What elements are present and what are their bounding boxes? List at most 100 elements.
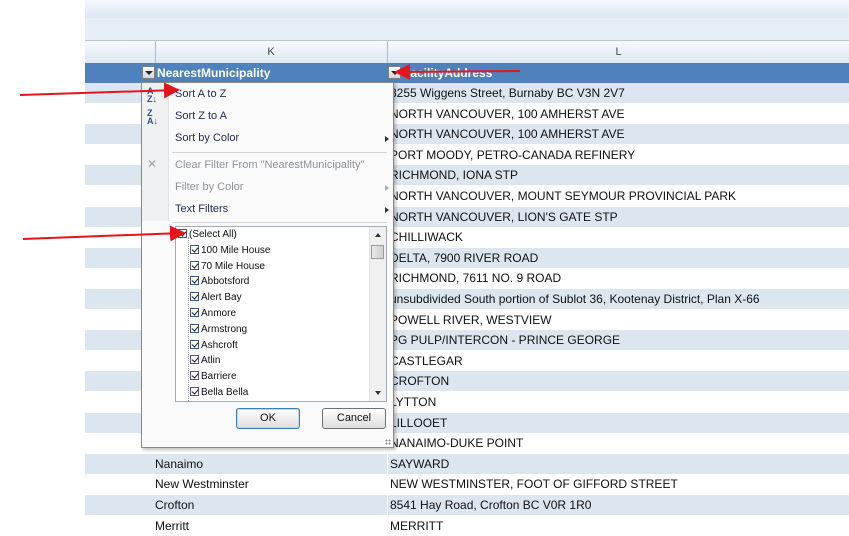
filter-value-item[interactable]: Abbotsford bbox=[190, 276, 249, 288]
menu-sort-a-to-z[interactable]: A Z↓ Sort A to Z bbox=[142, 84, 393, 106]
cell-facility-address[interactable]: DELTA, 7900 RIVER ROAD bbox=[390, 248, 538, 268]
column-header-l[interactable]: L bbox=[388, 41, 849, 63]
cell-facility-address[interactable]: MERRITT bbox=[390, 516, 443, 536]
clear-filter-label: Clear Filter From "NearestMunicipality" bbox=[175, 159, 365, 171]
submenu-arrow-icon bbox=[385, 185, 389, 191]
filter-value-item[interactable]: Anmore bbox=[190, 308, 236, 320]
filter-value-item[interactable]: 70 Mile House bbox=[190, 261, 265, 273]
filter-value-item[interactable]: Barriere bbox=[190, 371, 237, 383]
filter-value-item[interactable]: Alert Bay bbox=[190, 292, 242, 304]
checkbox-checked-icon[interactable] bbox=[190, 355, 199, 364]
filter-value-label: (Select All) bbox=[189, 229, 237, 240]
checkbox-checked-icon[interactable] bbox=[190, 308, 199, 317]
cell-nearest-municipality[interactable]: Nanaimo bbox=[155, 454, 203, 474]
filter-value-label: Atlin bbox=[201, 355, 221, 366]
resize-grip-icon[interactable] bbox=[385, 439, 391, 445]
cell-facility-address[interactable]: NORTH VANCOUVER, LION'S GATE STP bbox=[390, 207, 618, 227]
column-headers: K L bbox=[85, 40, 849, 64]
cell-facility-address[interactable]: PORT MOODY, PETRO-CANADA REFINERY bbox=[390, 145, 635, 165]
menu-text-filters[interactable]: Text Filters bbox=[142, 199, 393, 221]
cell-facility-address[interactable]: 8541 Hay Road, Crofton BC V0R 1R0 bbox=[390, 495, 591, 515]
checkbox-checked-icon[interactable] bbox=[190, 261, 199, 270]
filter-by-color-label: Filter by Color bbox=[175, 181, 244, 193]
ok-button[interactable]: OK bbox=[236, 408, 300, 429]
scrollbar-thumb[interactable] bbox=[371, 245, 384, 259]
autofilter-menu: A Z↓ Sort A to Z Z A↓ Sort Z to A Sort by … bbox=[141, 82, 394, 448]
cell-nearest-municipality[interactable]: New Westminster bbox=[155, 474, 249, 494]
cell-facility-address[interactable]: NANAIMO-DUKE POINT bbox=[390, 433, 523, 453]
menu-sort-by-color[interactable]: Sort by Color bbox=[142, 128, 393, 150]
cell-facility-address[interactable]: NORTH VANCOUVER, 100 AMHERST AVE bbox=[390, 124, 625, 144]
checkbox-checked-icon[interactable] bbox=[190, 340, 199, 349]
list-scrollbar[interactable] bbox=[369, 227, 386, 401]
cell-facility-address[interactable]: LYTTON bbox=[390, 392, 436, 412]
table-row[interactable]: Nanaimo SAYWARD bbox=[85, 454, 849, 474]
filter-value-label: Barriere bbox=[201, 371, 237, 382]
checkbox-checked-icon[interactable] bbox=[190, 276, 199, 285]
clear-filter-icon: ✕ bbox=[147, 157, 158, 171]
cell-facility-address[interactable]: CROFTON bbox=[390, 371, 449, 391]
cell-facility-address[interactable]: NORTH VANCOUVER, 100 AMHERST AVE bbox=[390, 104, 625, 124]
filter-value-item[interactable]: Bella Bella bbox=[190, 387, 248, 399]
filter-value-label: Armstrong bbox=[201, 324, 248, 335]
menu-separator bbox=[172, 222, 387, 223]
cell-facility-address[interactable]: RICHMOND, IONA STP bbox=[390, 165, 518, 185]
cell-separator bbox=[387, 495, 388, 515]
filter-value-item[interactable]: 100 Mile House bbox=[190, 245, 270, 257]
filter-value-label: Abbotsford bbox=[201, 276, 250, 287]
cell-facility-address[interactable]: SAYWARD bbox=[390, 454, 449, 474]
cell-facility-address[interactable]: CHILLIWACK bbox=[390, 227, 463, 247]
sort-ascending-icon: A Z↓ bbox=[147, 86, 157, 104]
filter-dropdown-button-k[interactable] bbox=[142, 66, 155, 79]
filter-values-list[interactable]: (Select All) 100 Mile House 70 Mile House A… bbox=[175, 226, 387, 402]
table-row[interactable]: Crofton 8541 Hay Road, Crofton BC V0R 1R0 bbox=[85, 495, 849, 515]
header-facility-address: FacilityAddress bbox=[403, 66, 493, 80]
menu-sort-z-to-a[interactable]: Z A↓ Sort Z to A bbox=[142, 106, 393, 128]
checkbox-checked-icon[interactable] bbox=[190, 245, 199, 254]
cell-facility-address[interactable]: NORTH VANCOUVER, MOUNT SEYMOUR PROVINCIA… bbox=[390, 186, 736, 206]
filter-dropdown-button-l[interactable] bbox=[388, 66, 401, 79]
cell-nearest-municipality[interactable]: Crofton bbox=[155, 495, 194, 515]
scroll-up-arrow-icon[interactable] bbox=[370, 227, 386, 243]
submenu-arrow-icon bbox=[385, 207, 389, 213]
menu-clear-filter[interactable]: ✕ Clear Filter From "NearestMunicipality… bbox=[142, 155, 393, 177]
checkbox-checked-icon[interactable] bbox=[190, 292, 199, 301]
select-all-checkbox-item[interactable]: (Select All) bbox=[178, 229, 237, 241]
filter-value-item[interactable]: Armstrong bbox=[190, 324, 247, 336]
column-header-k[interactable]: K bbox=[155, 41, 387, 63]
checkbox-checked-icon[interactable] bbox=[178, 229, 187, 238]
sort-descending-icon: Z A↓ bbox=[147, 108, 158, 126]
scroll-down-arrow-icon[interactable] bbox=[370, 385, 386, 401]
filter-value-item[interactable]: Ashcroft bbox=[190, 340, 238, 352]
filter-value-item[interactable]: Atlin bbox=[190, 355, 220, 367]
ribbon-strip bbox=[85, 0, 849, 19]
cell-facility-address[interactable]: PG PULP/INTERCON - PRINCE GEORGE bbox=[390, 330, 620, 350]
sort-a-to-z-label: Sort A to Z bbox=[175, 88, 227, 100]
text-filters-label: Text Filters bbox=[175, 203, 229, 215]
checkbox-checked-icon[interactable] bbox=[190, 371, 199, 380]
cell-facility-address[interactable]: RICHMOND, 7611 NO. 9 ROAD bbox=[390, 268, 561, 288]
checkbox-checked-icon[interactable] bbox=[190, 387, 199, 396]
table-row[interactable]: New Westminster NEW WESTMINSTER, FOOT OF … bbox=[85, 474, 849, 494]
filter-value-label: 100 Mile House bbox=[201, 245, 271, 256]
cell-facility-address[interactable]: unsubdivided South portion of Sublot 36,… bbox=[390, 289, 760, 309]
cell-facility-address[interactable]: CASTLEGAR bbox=[390, 351, 463, 371]
cell-facility-address[interactable]: POWELL RIVER, WESTVIEW bbox=[390, 310, 552, 330]
filter-value-label: Ashcroft bbox=[201, 340, 238, 351]
filter-value-label: 70 Mile House bbox=[201, 261, 265, 272]
menu-filter-by-color[interactable]: Filter by Color bbox=[142, 177, 393, 199]
sort-z-to-a-label: Sort Z to A bbox=[175, 110, 227, 122]
cell-nearest-municipality[interactable]: Merritt bbox=[155, 516, 189, 536]
cell-facility-address[interactable]: 8255 Wiggens Street, Burnaby BC V3N 2V7 bbox=[390, 83, 625, 103]
cell-facility-address[interactable]: LILLOOET bbox=[390, 413, 447, 433]
cell-facility-address[interactable]: NEW WESTMINSTER, FOOT OF GIFFORD STREET bbox=[390, 474, 678, 494]
cancel-button[interactable]: Cancel bbox=[322, 408, 386, 429]
formula-bar-area bbox=[85, 18, 849, 40]
cell-separator bbox=[387, 474, 388, 494]
table-header-row: NearestMunicipality FacilityAddress bbox=[85, 63, 849, 83]
checkbox-checked-icon[interactable] bbox=[190, 324, 199, 333]
table-row[interactable]: Merritt MERRITT bbox=[85, 516, 849, 536]
menu-separator bbox=[172, 152, 387, 153]
filter-value-label: Bella Bella bbox=[201, 387, 249, 398]
header-nearest-municipality: NearestMunicipality bbox=[157, 66, 271, 80]
